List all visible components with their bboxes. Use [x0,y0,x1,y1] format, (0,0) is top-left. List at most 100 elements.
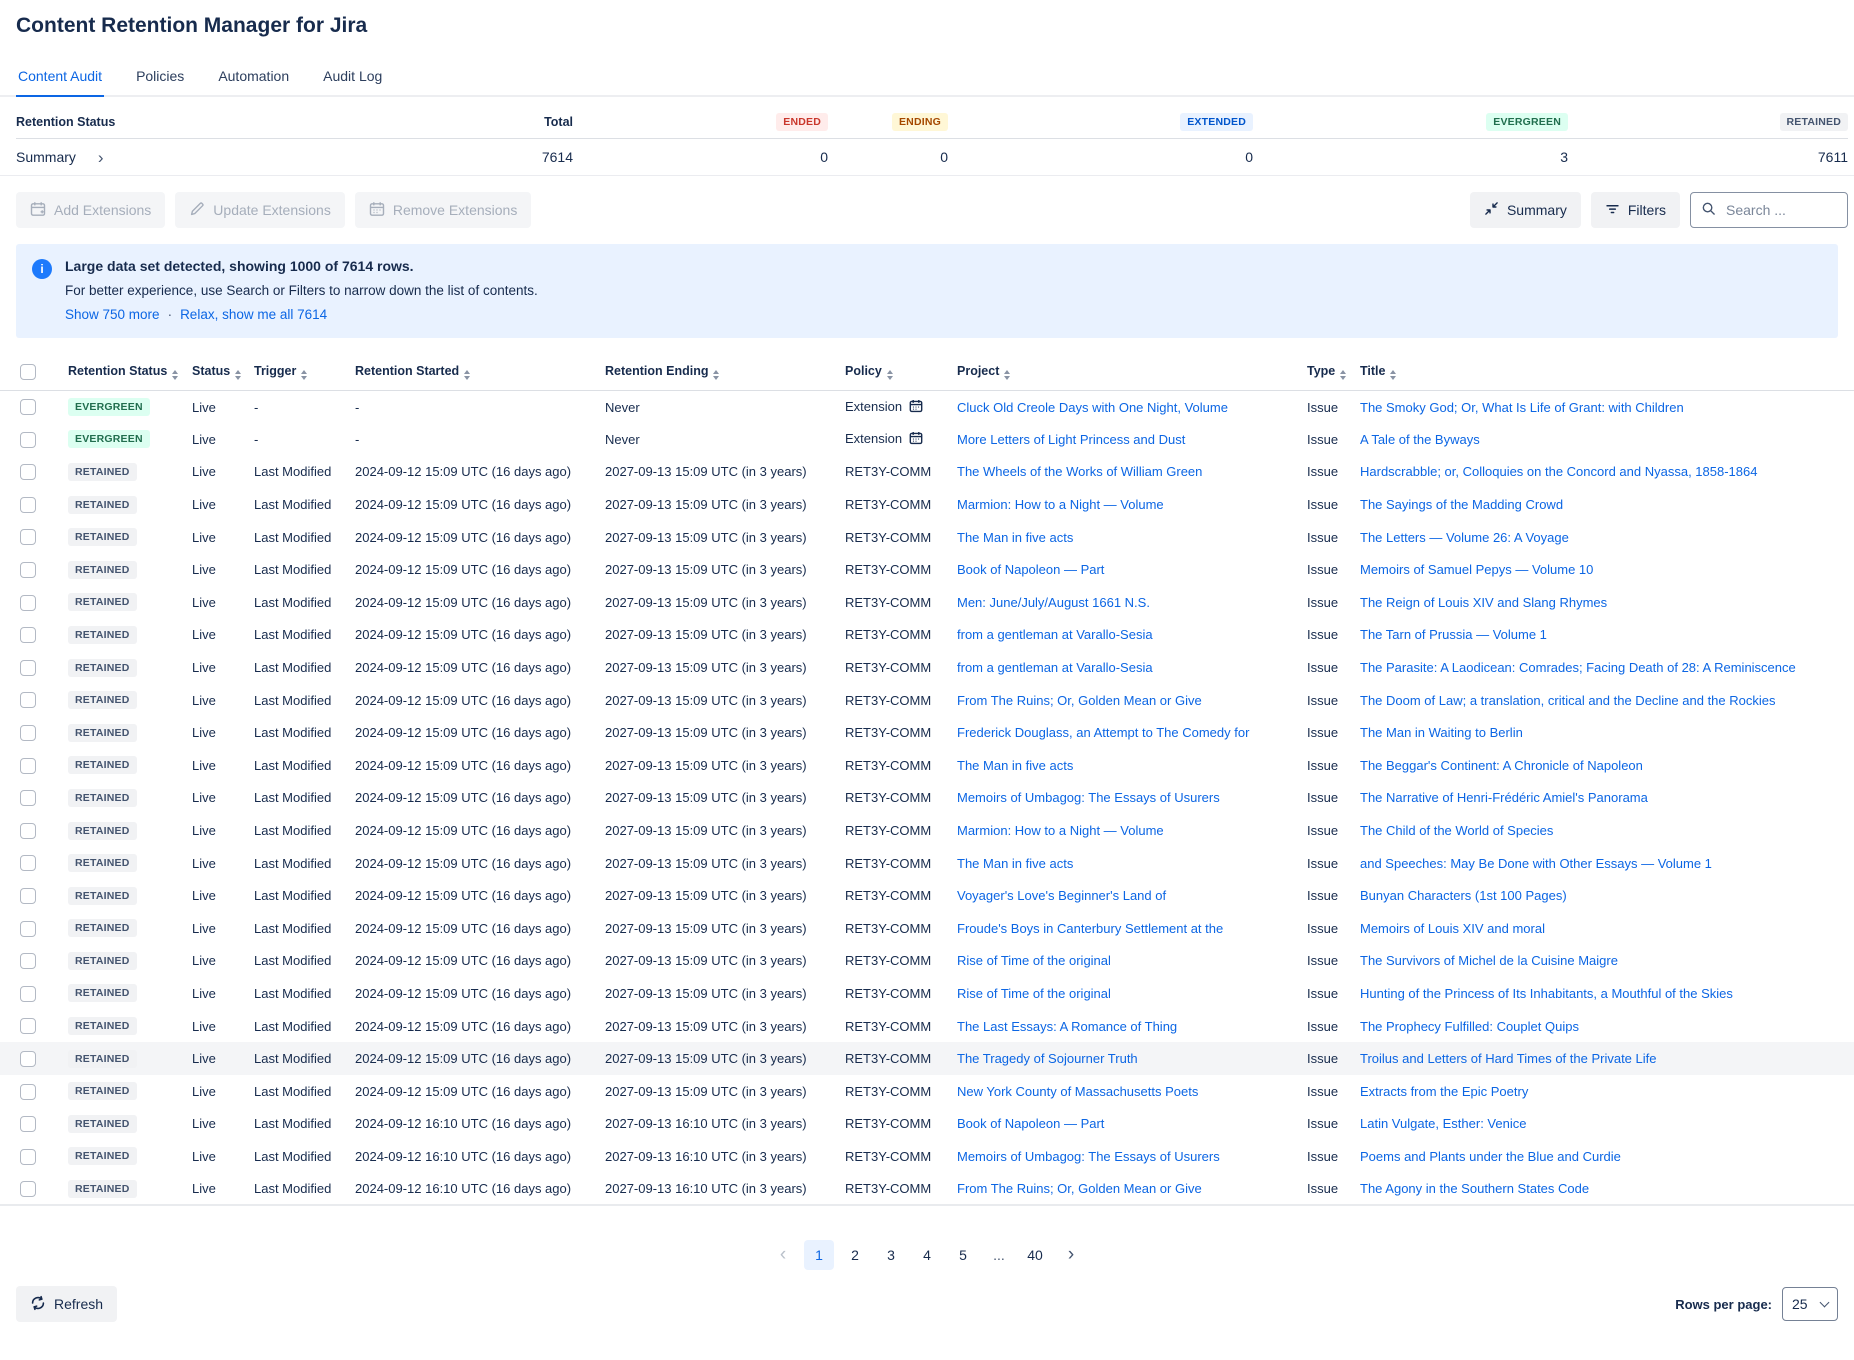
title-link[interactable]: and Speeches: May Be Done with Other Ess… [1360,856,1712,871]
title-link[interactable]: The Survivors of Michel de la Cuisine Ma… [1360,953,1618,968]
column-header-type[interactable]: Type [1295,354,1348,391]
project-link[interactable]: Marmion: How to a Night — Volume [957,823,1164,838]
table-row[interactable]: RETAINED Live Last Modified 2024-09-12 1… [0,488,1854,521]
project-link[interactable]: Rise of Time of the original [957,986,1111,1001]
row-checkbox[interactable] [20,1018,36,1034]
column-header-title[interactable]: Title [1348,354,1854,391]
table-row[interactable]: RETAINED Live Last Modified 2024-09-12 1… [0,814,1854,847]
summary-expand-row[interactable]: Summary › [16,149,343,166]
table-row[interactable]: RETAINED Live Last Modified 2024-09-12 1… [0,879,1854,912]
project-link[interactable]: Men: June/July/August 1661 N.S. [957,595,1150,610]
title-link[interactable]: A Tale of the Byways [1360,432,1480,447]
search-input[interactable] [1724,201,1837,219]
table-row[interactable]: RETAINED Live Last Modified 2024-09-12 1… [0,716,1854,749]
title-link[interactable]: Troilus and Letters of Hard Times of the… [1360,1051,1657,1066]
title-link[interactable]: The Parasite: A Laodicean: Comrades; Fac… [1360,660,1796,675]
row-checkbox[interactable] [20,921,36,937]
row-checkbox[interactable] [20,855,36,871]
row-checkbox[interactable] [20,725,36,741]
project-link[interactable]: The Man in five acts [957,530,1073,545]
refresh-button[interactable]: Refresh [16,1286,117,1322]
pagination-page-3[interactable]: 3 [876,1240,906,1270]
row-checkbox[interactable] [20,953,36,969]
project-link[interactable]: Voyager's Love's Beginner's Land of [957,888,1166,903]
sort-icon[interactable] [464,370,470,380]
table-row[interactable]: RETAINED Live Last Modified 2024-09-12 1… [0,553,1854,586]
title-link[interactable]: The Beggar's Continent: A Chronicle of N… [1360,758,1643,773]
title-link[interactable]: The Agony in the Southern States Code [1360,1181,1589,1196]
project-link[interactable]: Memoirs of Umbagog: The Essays of Usurer… [957,1149,1220,1164]
row-checkbox[interactable] [20,1051,36,1067]
row-checkbox[interactable] [20,529,36,545]
pagination-prev-button[interactable]: ‹ [768,1240,798,1270]
title-link[interactable]: Hardscrabble; or, Colloquies on the Conc… [1360,464,1757,479]
title-link[interactable]: The Doom of Law; a translation, critical… [1360,693,1776,708]
table-row[interactable]: RETAINED Live Last Modified 2024-09-12 1… [0,1173,1854,1206]
title-link[interactable]: The Man in Waiting to Berlin [1360,725,1523,740]
sort-icon[interactable] [235,370,241,380]
table-row[interactable]: RETAINED Live Last Modified 2024-09-12 1… [0,456,1854,489]
title-link[interactable]: Memoirs of Samuel Pepys — Volume 10 [1360,562,1593,577]
project-link[interactable]: New York County of Massachusetts Poets [957,1084,1198,1099]
row-checkbox[interactable] [20,986,36,1002]
project-link[interactable]: Marmion: How to a Night — Volume [957,497,1164,512]
remove-extensions-button[interactable]: Remove Extensions [355,192,532,228]
row-checkbox[interactable] [20,823,36,839]
row-checkbox[interactable] [20,432,36,448]
table-row[interactable]: RETAINED Live Last Modified 2024-09-12 1… [0,749,1854,782]
project-link[interactable]: from a gentleman at Varallo-Sesia [957,627,1153,642]
project-link[interactable]: Book of Napoleon — Part [957,562,1104,577]
title-link[interactable]: Extracts from the Epic Poetry [1360,1084,1528,1099]
row-checkbox[interactable] [20,758,36,774]
project-link[interactable]: from a gentleman at Varallo-Sesia [957,660,1153,675]
row-checkbox[interactable] [20,464,36,480]
title-link[interactable]: The Narrative of Henri-Frédéric Amiel's … [1360,790,1648,805]
table-row[interactable]: RETAINED Live Last Modified 2024-09-12 1… [0,619,1854,652]
tab-audit-log[interactable]: Audit Log [321,64,384,97]
row-checkbox[interactable] [20,497,36,513]
project-link[interactable]: Rise of Time of the original [957,953,1111,968]
row-checkbox[interactable] [20,888,36,904]
project-link[interactable]: The Man in five acts [957,856,1073,871]
table-row[interactable]: RETAINED Live Last Modified 2024-09-12 1… [0,847,1854,880]
title-link[interactable]: Latin Vulgate, Esther: Venice [1360,1116,1526,1131]
project-link[interactable]: The Wheels of the Works of William Green [957,464,1202,479]
show-750-more-link[interactable]: Show 750 more [65,307,160,322]
row-checkbox[interactable] [20,595,36,611]
row-checkbox[interactable] [20,1084,36,1100]
project-link[interactable]: The Last Essays: A Romance of Thing [957,1019,1177,1034]
project-link[interactable]: From The Ruins; Or, Golden Mean or Give [957,693,1202,708]
show-all-link[interactable]: Relax, show me all 7614 [180,307,327,322]
pagination-next-button[interactable]: › [1056,1240,1086,1270]
project-link[interactable]: Frederick Douglass, an Attempt to The Co… [957,725,1249,740]
column-header-retention-started[interactable]: Retention Started [343,354,593,391]
row-checkbox[interactable] [20,790,36,806]
project-link[interactable]: Book of Napoleon — Part [957,1116,1104,1131]
rows-per-page-select[interactable]: 25 [1782,1287,1838,1321]
sort-icon[interactable] [887,370,893,380]
row-checkbox[interactable] [20,692,36,708]
row-checkbox[interactable] [20,1116,36,1132]
title-link[interactable]: The Sayings of the Madding Crowd [1360,497,1563,512]
column-header-project[interactable]: Project [945,354,1295,391]
project-link[interactable]: Memoirs of Umbagog: The Essays of Usurer… [957,790,1220,805]
title-link[interactable]: The Smoky God; Or, What Is Life of Grant… [1360,400,1684,415]
title-link[interactable]: Memoirs of Louis XIV and moral [1360,921,1545,936]
table-row[interactable]: RETAINED Live Last Modified 2024-09-12 1… [0,912,1854,945]
row-checkbox[interactable] [20,1181,36,1197]
row-checkbox[interactable] [20,399,36,415]
sort-icon[interactable] [172,370,178,380]
tab-content-audit[interactable]: Content Audit [16,64,104,97]
summary-toggle-button[interactable]: Summary [1470,192,1581,228]
column-header-policy[interactable]: Policy [833,354,945,391]
row-checkbox[interactable] [20,1149,36,1165]
column-header-status[interactable]: Status [180,354,242,391]
project-link[interactable]: From The Ruins; Or, Golden Mean or Give [957,1181,1202,1196]
title-link[interactable]: The Tarn of Prussia — Volume 1 [1360,627,1547,642]
table-row[interactable]: RETAINED Live Last Modified 2024-09-12 1… [0,782,1854,815]
project-link[interactable]: Froude's Boys in Canterbury Settlement a… [957,921,1223,936]
pagination-page-5[interactable]: 5 [948,1240,978,1270]
sort-icon[interactable] [1004,370,1010,380]
pagination-page-40[interactable]: 40 [1020,1240,1050,1270]
table-row[interactable]: RETAINED Live Last Modified 2024-09-12 1… [0,684,1854,717]
